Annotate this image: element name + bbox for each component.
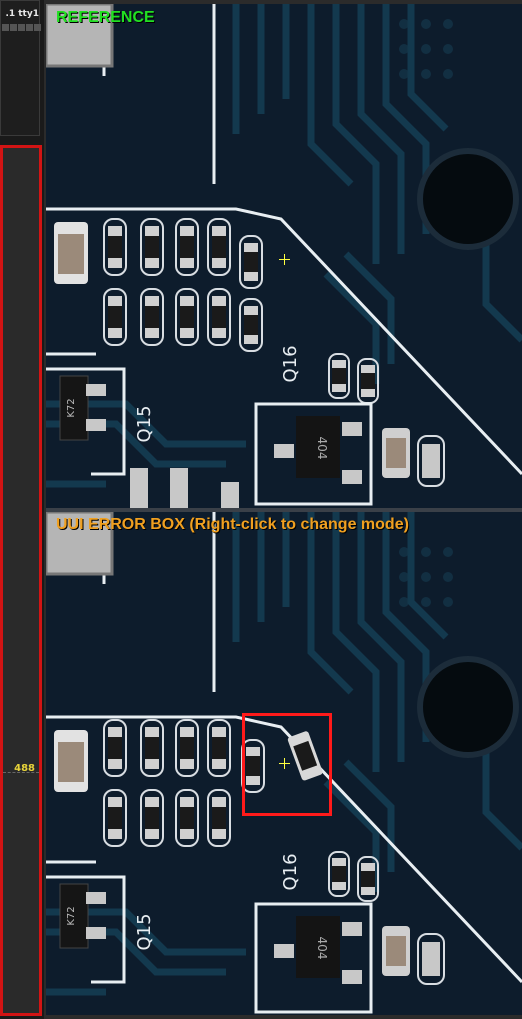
status-indicator xyxy=(2,24,9,31)
crosshair-icon xyxy=(279,254,290,265)
status-indicator xyxy=(18,24,25,31)
status-indicator xyxy=(34,24,41,31)
measurement-panel[interactable]: 488 xyxy=(0,145,42,1016)
reference-viewport[interactable]: K72 Q15 Q16 404 REFERENCE xyxy=(46,4,522,508)
status-indicator xyxy=(10,24,17,31)
svg-text:404: 404 xyxy=(315,437,329,460)
status-indicator xyxy=(26,24,33,31)
svg-text:Q15: Q15 xyxy=(134,913,155,950)
svg-text:Q16: Q16 xyxy=(280,345,301,382)
svg-text:Q15: Q15 xyxy=(134,405,155,442)
terminal-status-panel: .1 tty1 xyxy=(0,0,41,136)
svg-text:404: 404 xyxy=(315,937,329,960)
error-viewport[interactable]: K72 Q15 Q16 404 UUI ERROR BOX (Right-cli… xyxy=(46,512,522,1015)
threshold-value: 488 xyxy=(14,763,35,774)
svg-text:Q16: Q16 xyxy=(280,853,301,890)
crosshair-icon xyxy=(279,758,290,769)
svg-text:K72: K72 xyxy=(66,398,77,417)
svg-text:K72: K72 xyxy=(66,906,77,925)
error-view-title: UUI ERROR BOX (Right-click to change mod… xyxy=(56,516,409,533)
status-indicators xyxy=(2,24,41,31)
terminal-label: .1 tty1 xyxy=(5,9,39,19)
reference-view-title: REFERENCE xyxy=(56,9,155,26)
left-sidebar: .1 tty1 488 xyxy=(0,0,44,1019)
